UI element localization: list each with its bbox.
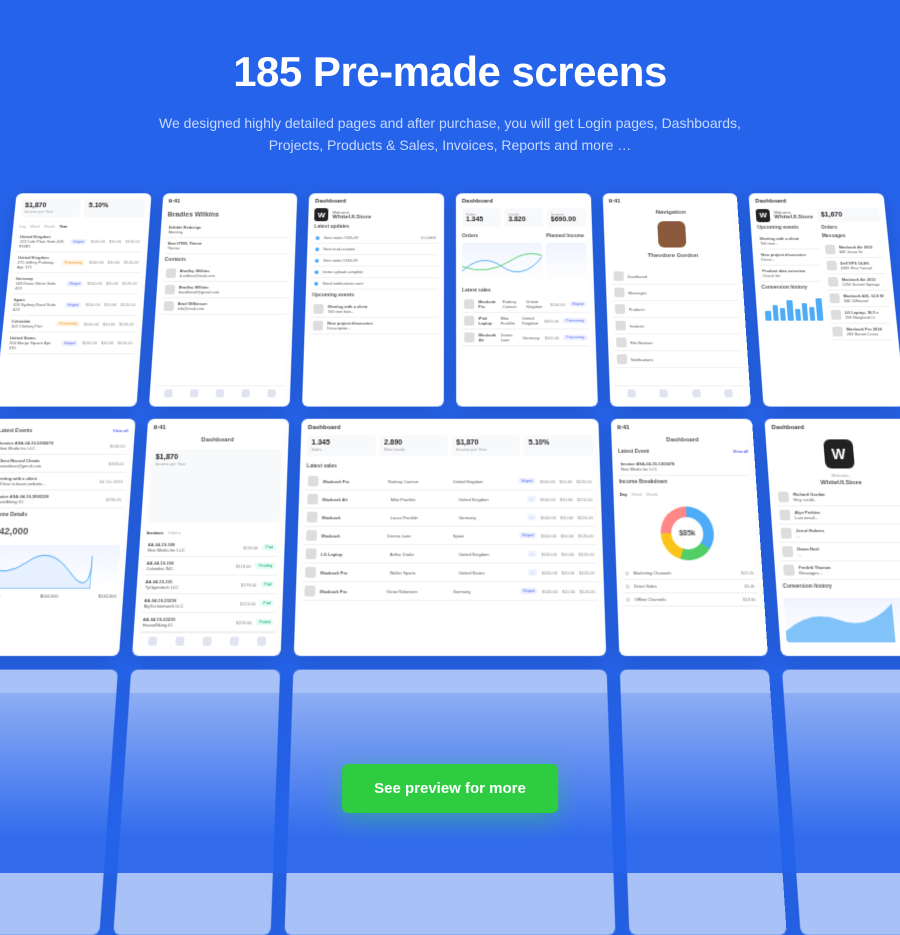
list-item: Sent order #345-3910:00AM: [314, 232, 438, 243]
list-item: Meeting with a clientTell new...: [758, 233, 819, 249]
list-item: Brad Wilkinsoninfo@mail.com: [161, 298, 288, 315]
list-item: Macbook Air 2012669 Jesse St: [822, 242, 884, 258]
list-item: United Kingdom123 Cole Plain Suite 449, …: [17, 231, 143, 252]
user-avatar: [657, 221, 686, 247]
list-item: United Kingdom475 Jeffrey Parkway Apt. 3…: [14, 252, 141, 273]
list-item: Macbook Pro 2018283 Barnet Cross: [829, 323, 892, 340]
list-item: LG LaptopArthur DrakeUnited Kingdom...$1…: [304, 545, 597, 563]
list-item: Items upload complete: [313, 266, 438, 277]
screen-card: Dashboard W Welcome, WhiteUI.Store Richa…: [765, 419, 900, 656]
list-item: Bradley Wilkinsb.wilkins@mail.com: [163, 265, 289, 281]
list-item: Bradley Wilkinsbradthewil@gmail.com: [162, 282, 288, 298]
screens-grid: $1,870 Income per Year 5.10% DayWeekMont…: [0, 193, 900, 935]
list-item: Macbook AirDonna LaneGermany$100.00Proce…: [462, 329, 589, 346]
list-item: LG Laptop, 18.5 s259 Maryland Cr: [828, 307, 891, 324]
income-value: $142,000: [0, 526, 121, 537]
area-chart: [784, 597, 900, 642]
list-item: AA-04-19-191TyOppertech LLC$278.00Paid: [142, 575, 277, 594]
list-item: Macbook Air 20121234 Sunset Springs: [825, 274, 887, 290]
list-item: iPad LaptopMike FranklinUnited Kingdom$1…: [462, 313, 589, 330]
list-item: Macbook ProRodney CannonUnited Kingdom$1…: [462, 296, 588, 313]
list-item: Dribble RedesignMeeting: [166, 222, 291, 238]
list-item: Invoice ASA-04-19-3895328HouseBiking IO.…: [0, 490, 124, 508]
conversion-bars: [762, 293, 825, 322]
hero-section: 185 Pre-made screens We designed highly …: [0, 0, 900, 189]
list-item: Sent order #345-39: [313, 255, 438, 266]
screen-card: 9:41 Dashboard Latest EventView all Invo…: [610, 419, 768, 656]
nav-title: Navigation: [609, 210, 733, 216]
list-item: Meeting with a clientTell new how...: [311, 301, 437, 318]
list-item: AA-04-19-189New Media Inc LLC$118.00Paid: [145, 538, 279, 556]
list-item: New lead created: [313, 244, 438, 255]
screen-card: 9:41 Navigation Theodore Gordon Dashboar…: [602, 193, 751, 406]
list-item: New project discussionDescription...: [311, 318, 438, 335]
list-item: Jerrol Holmes...: [779, 524, 900, 542]
list-item: United States204 Margo Square Apt. 370Sh…: [6, 332, 135, 354]
list-item: Macbook ProWalter SportsUnited States...…: [303, 563, 597, 582]
user-name: Bradles Wilkins: [167, 212, 291, 219]
tab-bar: DayWeekMonthYear: [19, 224, 143, 229]
list-item: Richard GordanHey, could...: [776, 488, 900, 506]
screen-card: Dashboard W Welcome,WhiteUI.Store $1,670…: [749, 193, 900, 406]
list-item: Macbook ProVictor RobersonGermanyShiped$…: [302, 582, 597, 601]
list-item: Columbia102 Chelsey PortProcessing$100.0…: [8, 316, 136, 333]
list-item: Product data overviewCheck list: [760, 265, 822, 281]
orders-chart: [462, 243, 543, 281]
donut-chart: $85k: [659, 506, 715, 560]
list-item: Germany148 Diana Glenn Suite 423Shiped$1…: [12, 273, 139, 294]
list-item: AA-04-19-23218BigTechnetwork LLC$124.00P…: [141, 594, 277, 613]
list-item: Products: [612, 301, 739, 318]
list-item: Invoices: [613, 318, 741, 335]
list-item: New HTML ThemeTheme: [165, 238, 290, 254]
list-item: Offline Channels$18.6k: [623, 593, 758, 606]
list-item: Macbook 428, 12.8 W566 Cliffwood: [827, 290, 889, 306]
list-item: New project discussionDescr...: [759, 249, 821, 265]
screen-card: Latest EventsView all Invoice ASA-04-19-…: [0, 419, 135, 656]
screen-card-reflection: [113, 669, 281, 934]
list-item: MacbookDennis LaneSpainShiped$100.00$10.…: [304, 527, 596, 545]
hero-subtitle: We designed highly detailed pages and af…: [150, 112, 750, 157]
list-item: Dashboard: [611, 268, 737, 284]
bottom-nav: [155, 385, 284, 400]
screen-card-reflection: [0, 669, 118, 934]
list-item: AA-04-19-190Columbia INC.$118.00Pending: [144, 557, 279, 576]
screen-card-reflection: [619, 669, 787, 934]
stat-box: 5.10%: [84, 199, 145, 218]
cta-button[interactable]: See preview for more: [342, 764, 558, 813]
list-item: Invoice ASA-04-19-5395678New Media Inc L…: [0, 437, 128, 455]
list-item: Fredrik ThomasMessages...: [781, 561, 900, 580]
list-item: Dawn Neal...: [780, 543, 900, 561]
screen-card-reflection: [782, 669, 900, 934]
list-item: MacbookLucas FranklinGermany...$100.00$1…: [305, 508, 595, 526]
list-item: Macbook ProRodney CannonUnited KingdomSh…: [306, 472, 594, 490]
list-item: Direct Sales$5.4k: [623, 580, 758, 593]
screen-card: 9:41 Dashboard $1,870Income per Year Inv…: [132, 419, 290, 656]
list-item: Notifications: [614, 351, 743, 368]
list-item: Meeting with a clientTell how to boost w…: [0, 472, 125, 490]
list-item: Macbook AirMike FranklinUnited Kingdom..…: [305, 490, 594, 508]
screen-card: Dashboard Sales1.345 Leads3.820 Income$6…: [456, 193, 598, 406]
avatar: W: [314, 208, 328, 221]
list-item: Alyn PerkinsLast email...: [777, 506, 900, 524]
list-item: Spain326 Sydney Road Suite 623Shiped$100…: [10, 294, 138, 315]
list-item: Marketing Channels$22.2k: [622, 567, 756, 580]
hero-title: 185 Pre-made screens: [60, 48, 840, 96]
list-item: Send notifications sent: [312, 278, 438, 290]
avatar: W: [823, 439, 855, 468]
screen-card: $1,870 Income per Year 5.10% DayWeekMont…: [0, 193, 151, 406]
list-item: Dell XPS 14.4%6339 Pine Tunnel: [824, 258, 886, 274]
screen-card: Dashboard 1.345Sales 2.890New Leads $1,8…: [294, 419, 606, 656]
screen-card: Dashboard W Welcome,WhiteUI.Store Latest…: [302, 193, 444, 406]
user-name: Theodore Gordon: [611, 253, 736, 259]
list-item: File Browser: [614, 334, 742, 351]
income-chart: [0, 545, 120, 589]
list-item: AA-04-19-23219HouseBiking IO.$228.00Pade…: [140, 613, 276, 632]
list-item: Client Record Cheatsviviandixon@gmail.co…: [0, 455, 126, 473]
list-item: Messages: [612, 285, 739, 301]
stat-box: $1,870 Income per Year: [20, 199, 81, 218]
screen-card: 9:41 Bradles Wilkins Dribble RedesignMee…: [149, 193, 298, 406]
